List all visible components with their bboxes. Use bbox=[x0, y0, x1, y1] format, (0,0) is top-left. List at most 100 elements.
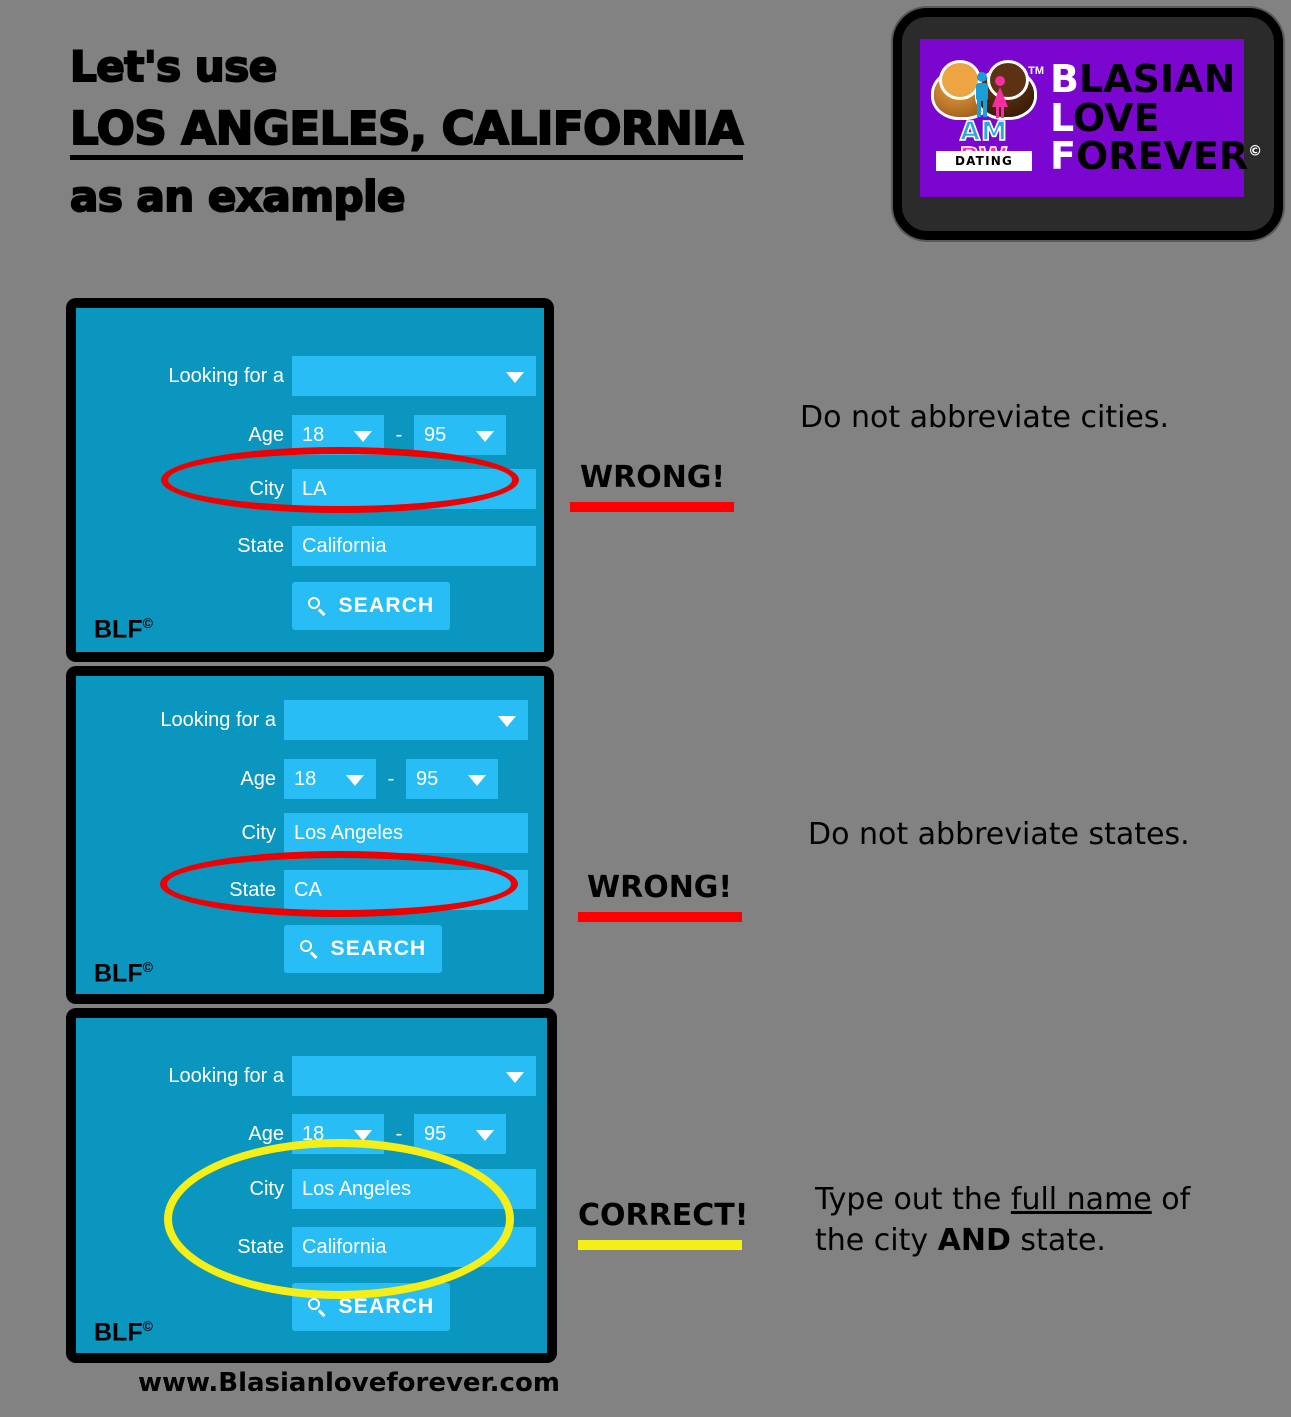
blf-watermark-3: BLF© bbox=[94, 1317, 153, 1346]
value-age-max-2: 95 bbox=[416, 767, 439, 790]
verdict-label-1: WRONG! bbox=[580, 460, 726, 495]
note3-bold-and: AND bbox=[937, 1222, 1011, 1258]
search-icon bbox=[299, 939, 319, 959]
search-form-panel-correct: Looking for a Age 18 - 95 City Los Angel… bbox=[66, 1008, 557, 1363]
search-button-3[interactable]: SEARCH bbox=[292, 1283, 450, 1331]
select-age-min-3[interactable]: 18 bbox=[292, 1114, 384, 1154]
value-state-3: California bbox=[302, 1235, 387, 1258]
value-city-3: Los Angeles bbox=[302, 1177, 411, 1200]
blf-cap-f: F bbox=[1050, 134, 1076, 179]
chevron-down-icon bbox=[468, 775, 486, 786]
blf-cap-b: B bbox=[1050, 56, 1079, 101]
headline-line-1: Let's use bbox=[69, 42, 278, 91]
select-looking-for-3[interactable] bbox=[292, 1056, 536, 1096]
chevron-down-icon bbox=[354, 431, 372, 442]
value-age-min-3: 18 bbox=[302, 1122, 325, 1145]
input-city-1[interactable]: LA bbox=[292, 469, 536, 509]
search-form-2: Looking for a Age 18 - 95 City Los Angel… bbox=[76, 676, 544, 994]
search-icon bbox=[307, 1297, 327, 1317]
value-age-min-1: 18 bbox=[302, 423, 325, 446]
search-button-label-2: SEARCH bbox=[330, 937, 427, 960]
headline-line-3: as an example bbox=[69, 172, 406, 221]
input-city-2[interactable]: Los Angeles bbox=[284, 813, 528, 853]
search-form-1: Looking for a Age 18 - 95 City LA State … bbox=[76, 308, 544, 652]
input-state-1[interactable]: California bbox=[292, 526, 536, 566]
male-figure-icon bbox=[976, 72, 988, 117]
note3-part2: of bbox=[1151, 1182, 1191, 1217]
select-age-min-1[interactable]: 18 bbox=[292, 415, 384, 455]
search-form-3: Looking for a Age 18 - 95 City Los Angel… bbox=[76, 1018, 547, 1353]
label-age-2: Age bbox=[240, 767, 276, 790]
chevron-down-icon bbox=[354, 1130, 372, 1141]
value-age-max-3: 95 bbox=[424, 1122, 447, 1145]
dating-bar: DATING bbox=[936, 151, 1032, 171]
blf-rest-lasian: LASIAN bbox=[1078, 56, 1236, 101]
note3-line2-part1: the city bbox=[815, 1222, 938, 1258]
age-range-dash-1: - bbox=[395, 423, 403, 446]
blf-watermark-1: BLF© bbox=[94, 614, 153, 643]
blf-cap-l: L bbox=[1050, 95, 1073, 140]
blf-row-love: LOVE bbox=[1050, 95, 1262, 140]
label-city-1: City bbox=[249, 477, 284, 500]
logo-device-frame: TM AM BW DATING BLASIAN LOVE FOREVER© bbox=[893, 8, 1283, 240]
value-age-max-1: 95 bbox=[424, 423, 447, 446]
search-form-panel-wrong-state: Looking for a Age 18 - 95 City Los Angel… bbox=[66, 666, 554, 1004]
label-looking-for-2: Looking for a bbox=[160, 708, 276, 731]
chevron-down-icon bbox=[498, 716, 516, 727]
value-state-2: CA bbox=[294, 878, 322, 901]
input-state-2[interactable]: CA bbox=[284, 870, 528, 910]
label-state-2: State bbox=[229, 878, 276, 901]
select-age-max-2[interactable]: 95 bbox=[406, 759, 498, 799]
verdict-underline-3 bbox=[578, 1240, 742, 1250]
select-looking-for-2[interactable] bbox=[284, 700, 528, 740]
input-state-3[interactable]: California bbox=[292, 1227, 536, 1267]
label-looking-for-1: Looking for a bbox=[168, 364, 284, 387]
blf-copyright-mark: © bbox=[1248, 143, 1263, 160]
ambw-dating-badge: TM AM BW DATING bbox=[934, 57, 1044, 179]
search-form-panel-wrong-city: Looking for a Age 18 - 95 City LA State … bbox=[66, 298, 554, 662]
female-figure-icon bbox=[992, 76, 1008, 118]
verdict-underline-1 bbox=[570, 502, 734, 512]
note3-part1: Type out the bbox=[815, 1182, 1011, 1217]
instruction-note-1: Do not abbreviate cities. bbox=[800, 400, 1170, 435]
verdict-label-2: WRONG! bbox=[587, 870, 733, 905]
headline-block: Let's use LOS ANGELES, CALIFORNIA as an … bbox=[69, 42, 830, 221]
label-age-1: Age bbox=[248, 423, 284, 446]
search-button-label-3: SEARCH bbox=[338, 1295, 435, 1318]
label-looking-for-3: Looking for a bbox=[168, 1064, 284, 1087]
chevron-down-icon bbox=[506, 1072, 524, 1083]
search-button-1[interactable]: SEARCH bbox=[292, 582, 450, 630]
label-age-3: Age bbox=[248, 1122, 284, 1145]
select-age-max-1[interactable]: 95 bbox=[414, 415, 506, 455]
label-city-2: City bbox=[241, 821, 276, 844]
blf-watermark-2: BLF© bbox=[94, 958, 153, 987]
chevron-down-icon bbox=[476, 1130, 494, 1141]
select-looking-for-1[interactable] bbox=[292, 356, 536, 396]
age-range-dash-3: - bbox=[395, 1122, 403, 1145]
select-age-min-2[interactable]: 18 bbox=[284, 759, 376, 799]
value-city-1: LA bbox=[302, 477, 327, 500]
select-age-max-3[interactable]: 95 bbox=[414, 1114, 506, 1154]
blf-row-forever: FOREVER© bbox=[1050, 137, 1262, 176]
input-city-3[interactable]: Los Angeles bbox=[292, 1169, 536, 1209]
website-url: www.Blasianloveforever.com bbox=[138, 1368, 560, 1398]
blf-rest-orever: OREVER bbox=[1075, 134, 1249, 179]
note3-line2-part2: state. bbox=[1010, 1222, 1106, 1258]
blf-rest-ove: OVE bbox=[1072, 95, 1160, 140]
label-state-1: State bbox=[237, 534, 284, 557]
search-button-2[interactable]: SEARCH bbox=[284, 925, 442, 973]
headline-line-2: LOS ANGELES, CALIFORNIA bbox=[69, 105, 744, 160]
label-state-3: State bbox=[237, 1235, 284, 1258]
trademark-mark: TM bbox=[1028, 65, 1044, 77]
chevron-down-icon bbox=[506, 372, 524, 383]
blf-wordmark: BLASIAN LOVE FOREVER© bbox=[1050, 56, 1262, 176]
blasian-love-forever-logo: TM AM BW DATING BLASIAN LOVE FOREVER© bbox=[920, 39, 1262, 197]
blf-row-blasian: BLASIAN bbox=[1050, 56, 1262, 101]
search-icon bbox=[307, 596, 327, 616]
verdict-underline-2 bbox=[578, 912, 742, 922]
chevron-down-icon bbox=[346, 775, 364, 786]
search-button-label-1: SEARCH bbox=[338, 594, 435, 617]
verdict-label-3: CORRECT! bbox=[578, 1198, 749, 1233]
dating-text: DATING bbox=[954, 154, 1014, 168]
value-city-2: Los Angeles bbox=[294, 821, 403, 844]
